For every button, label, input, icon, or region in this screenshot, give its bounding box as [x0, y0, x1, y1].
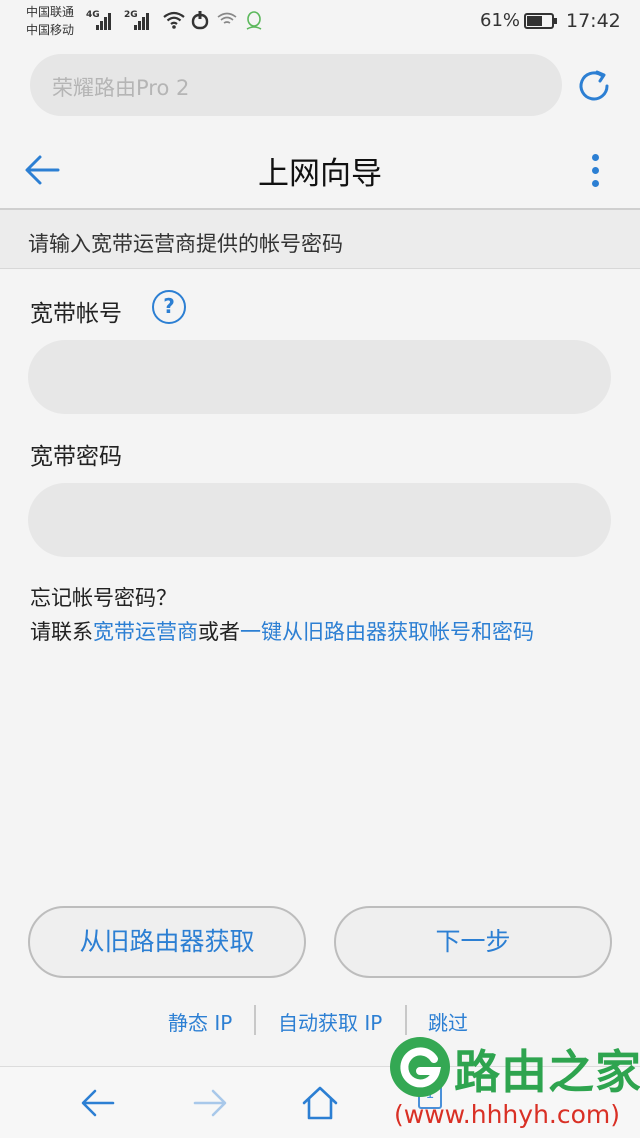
status-bar: 中国联通 中国移动 4G 2G 61% 17:42	[0, 0, 640, 44]
nav-back-icon[interactable]	[78, 1083, 118, 1123]
more-vertical-icon[interactable]	[584, 150, 608, 190]
signal-icon	[96, 12, 116, 30]
page-title: 上网向导	[258, 156, 382, 192]
auto-ip-link[interactable]: 自动获取 IP	[278, 1007, 382, 1036]
carrier-names: 中国联通 中国移动	[26, 3, 74, 39]
link-divider	[405, 1005, 407, 1035]
carrier-1: 中国联通	[26, 5, 75, 19]
url-bar[interactable]: 荣耀路由Pro 2	[30, 54, 562, 116]
static-ip-link[interactable]: 静态 IP	[168, 1007, 232, 1036]
wifi-icon	[163, 11, 185, 29]
battery-percent: 61%	[480, 10, 521, 31]
isp-link[interactable]: 宽带运营商	[93, 620, 198, 644]
qq-notification-icon	[246, 11, 262, 30]
hint-bar: 请输入宽带运营商提供的帐号密码	[0, 208, 640, 269]
hint-text: 请输入宽带运营商提供的帐号密码	[28, 232, 343, 256]
connection-type-links: 静态 IP 自动获取 IP 跳过	[0, 1005, 640, 1037]
url-text: 荣耀路由Pro 2	[52, 76, 190, 100]
signal-icon	[134, 12, 154, 30]
hotspot-icon	[191, 11, 209, 30]
contact-prefix: 请联系	[30, 620, 93, 644]
old-router-link[interactable]: 一键从旧路由器获取帐号和密码	[240, 620, 534, 644]
forgot-help-text: 请联系宽带运营商或者一键从旧路由器获取帐号和密码	[30, 616, 534, 646]
wifi-assist-icon	[217, 12, 237, 24]
account-label: 宽带帐号	[30, 301, 122, 327]
battery-icon	[524, 13, 557, 29]
nav-tabs-icon[interactable]: 1	[418, 1079, 442, 1109]
help-icon[interactable]: ?	[152, 290, 186, 324]
link-divider	[254, 1005, 256, 1035]
account-input[interactable]	[28, 340, 611, 414]
nav-forward-icon[interactable]	[190, 1083, 230, 1123]
refresh-icon[interactable]	[574, 66, 614, 106]
get-from-old-router-button[interactable]: 从旧路由器获取	[28, 906, 306, 978]
battery-fill	[527, 16, 542, 26]
password-label: 宽带密码	[30, 444, 122, 470]
password-input[interactable]	[28, 483, 611, 557]
forgot-question: 忘记帐号密码？	[30, 586, 177, 610]
next-step-button[interactable]: 下一步	[334, 906, 612, 978]
router-setup-page: 中国联通 中国移动 4G 2G 61% 17:42 荣耀路由Pro 2 上网向导…	[0, 0, 640, 1138]
nav-home-icon[interactable]	[300, 1083, 340, 1123]
carrier-2: 中国移动	[26, 23, 75, 37]
skip-link[interactable]: 跳过	[428, 1007, 468, 1036]
app-header: 上网向导	[0, 130, 640, 208]
browser-nav-bar: 1	[0, 1066, 640, 1138]
contact-middle: 或者	[198, 620, 240, 644]
status-time: 17:42	[566, 10, 621, 32]
